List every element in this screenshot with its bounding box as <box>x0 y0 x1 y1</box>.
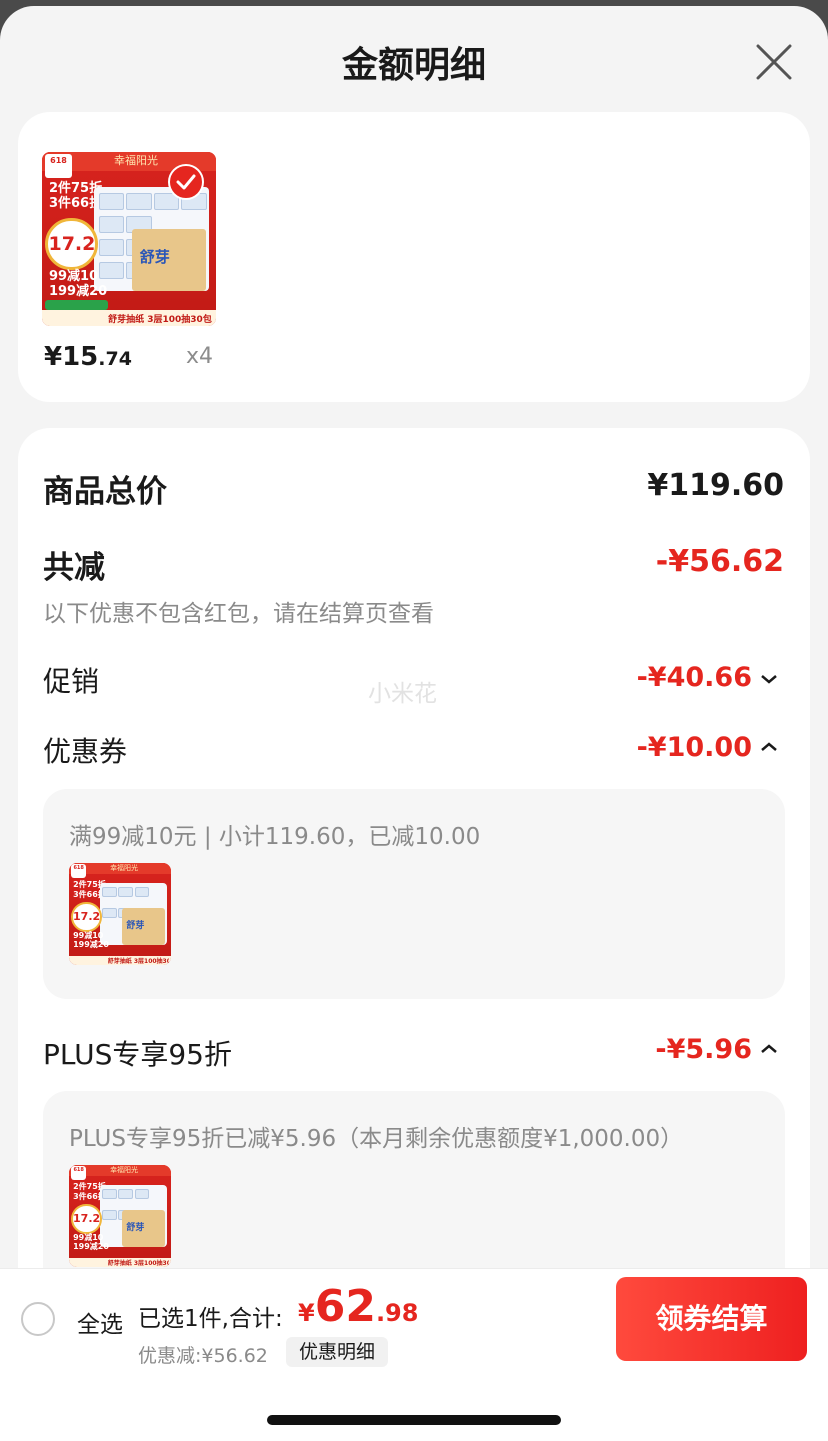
watermark-text: 小米花 <box>368 681 437 707</box>
close-icon[interactable] <box>752 40 796 84</box>
checkout-button[interactable]: 领券结算 <box>616 1277 807 1361</box>
coupon-detail-box: 满99减10元 | 小计119.60，已减10.00 618 幸福阳光 2件75… <box>43 789 785 999</box>
thumb-sub: 99减10 199减20 <box>48 269 108 299</box>
promo-value[interactable]: -¥40.66 <box>637 662 752 693</box>
discount-amount: 优惠减:¥56.62 <box>138 1345 268 1367</box>
coupon-value[interactable]: -¥10.00 <box>637 732 752 763</box>
chevron-down-icon[interactable] <box>758 672 780 686</box>
amount-detail-sheet: 金额明细 618 幸福阳光 2件75折 3件66折 舒芽 17.2 99减10 … <box>0 6 828 1441</box>
total-amount: ¥62.98 <box>298 1281 419 1332</box>
home-indicator <box>267 1415 561 1425</box>
promo-label: 促销 <box>43 665 100 698</box>
reduce-note: 以下优惠不包含红包，请在结算页查看 <box>43 601 434 627</box>
price-circle: 17.2 <box>45 218 98 271</box>
chevron-up-icon[interactable] <box>758 1042 780 1056</box>
selected-info: 已选1件,合计: <box>138 1306 283 1332</box>
discount-detail-button[interactable]: 优惠明细 <box>286 1337 389 1367</box>
sheet-title: 金额明细 <box>341 45 486 86</box>
product-card: 618 幸福阳光 2件75折 3件66折 舒芽 17.2 99减10 199减2… <box>18 112 810 402</box>
plus-product-thumbnail: 618 幸福阳光 2件75折 3件66折 舒芽 17.2 99减10 199减20 … <box>69 1165 171 1267</box>
coupon-product-thumbnail: 618 幸福阳光 2件75折 3件66折 舒芽 17.2 99减10 199减20 … <box>69 863 171 965</box>
checkout-bar: 全选 已选1件,合计: ¥62.98 优惠减:¥56.62 优惠明细 领券结算 <box>0 1268 828 1441</box>
select-all-label[interactable]: 全选 <box>77 1305 123 1339</box>
coupon-detail-text: 满99减10元 | 小计119.60，已减10.00 <box>69 824 481 850</box>
total-reduce-value: -¥56.62 <box>655 544 784 579</box>
total-price-value: ¥119.60 <box>647 468 784 503</box>
total-price-label: 商品总价 <box>43 474 167 510</box>
check-icon[interactable] <box>168 164 204 200</box>
total-reduce-label: 共减 <box>43 550 105 586</box>
plus-value[interactable]: -¥5.96 <box>655 1034 752 1065</box>
chevron-up-icon[interactable] <box>758 740 780 754</box>
badge-618: 618 <box>45 153 72 179</box>
product-quantity: x4 <box>186 344 214 369</box>
thumb-brand: 幸福阳光 <box>113 154 158 167</box>
plus-label: PLUS专享95折 <box>43 1038 232 1071</box>
pack-label: 舒芽 <box>139 248 170 267</box>
select-all-radio[interactable] <box>21 1302 55 1336</box>
coupon-label: 优惠券 <box>43 735 128 768</box>
product-price: ¥15.74 <box>44 342 132 372</box>
thumb-bottom-label: 舒芽抽纸 3层100抽30包 <box>108 315 212 326</box>
plus-detail-text: PLUS专享95折已减¥5.96（本月剩余优惠额度¥1,000.00） <box>69 1126 684 1152</box>
